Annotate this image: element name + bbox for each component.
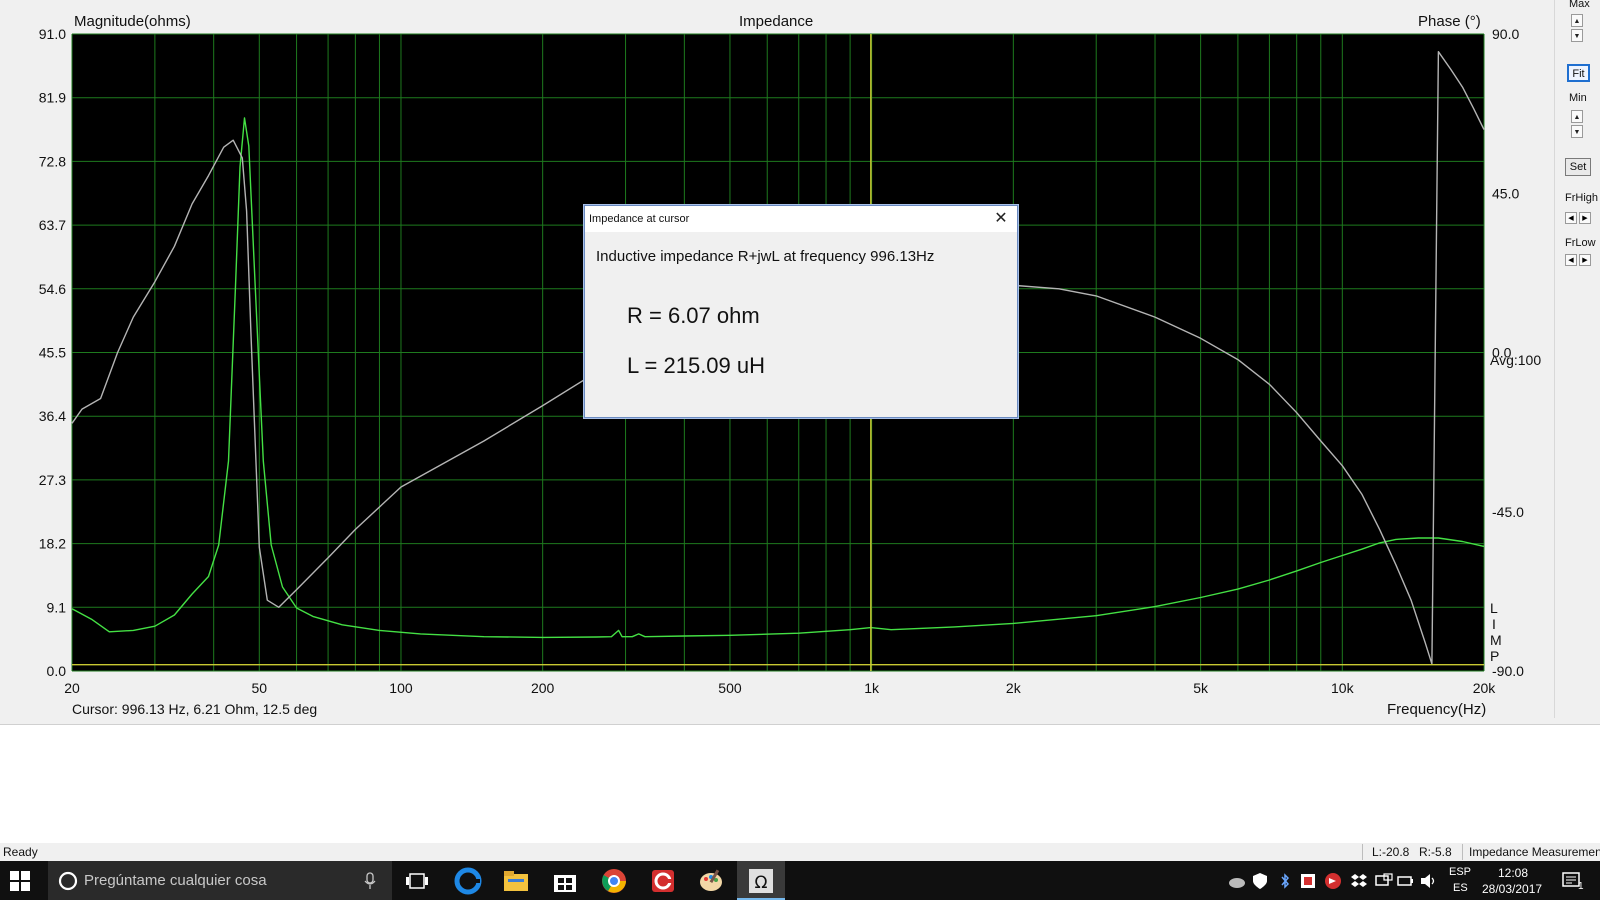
paint-icon[interactable] [697,867,725,895]
status-bar: Ready L:-20.8 R:-5.8 Impedance Measureme… [0,843,1600,861]
set-button[interactable]: Set [1565,158,1591,176]
trace-letter-p[interactable]: P [1490,648,1499,664]
search-box[interactable]: Pregúntame cualquier cosa [48,861,392,900]
chart-title: Impedance [739,13,814,30]
y-tick-left-label: 0.0 [47,663,67,679]
chrome-icon[interactable] [600,867,628,895]
trace-letter-m[interactable]: M [1490,632,1502,648]
store-icon[interactable] [551,867,579,895]
cortana-icon[interactable] [58,871,78,891]
bluetooth-icon[interactable] [1280,872,1290,890]
tray-app-icon[interactable] [1300,873,1316,889]
language-indicator[interactable]: ESP [1449,866,1471,878]
frlow-label: FrLow [1565,237,1596,249]
max-label: Max [1569,0,1590,10]
min-label: Min [1569,92,1587,104]
clock-date[interactable]: 28/03/2017 [1482,882,1542,896]
edge-icon[interactable] [454,867,482,895]
cursor-readout: Cursor: 996.13 Hz, 6.21 Ohm, 12.5 deg [72,701,318,717]
y-tick-right-label: 90.0 [1492,26,1519,42]
task-view-icon[interactable] [406,871,428,891]
tray-arrow-icon[interactable] [1324,872,1342,890]
clock-time[interactable]: 12:08 [1498,866,1528,880]
x-tick-label: 5k [1193,680,1209,696]
avg-label: Avg:100 [1490,352,1542,368]
y-tick-left-label: 45.5 [39,345,66,361]
dialog-message: Inductive impedance R+jwL at frequency 9… [596,248,935,265]
microphone-icon[interactable] [364,872,376,890]
max-down-button[interactable]: ▼ [1571,29,1583,42]
onedrive-icon[interactable] [1228,873,1246,889]
frlow-left-button[interactable]: ◀ [1565,254,1577,266]
y-tick-right-label: -90.0 [1492,663,1524,679]
scale-side-panel: Max ▲ ▼ Fit Min ▲ ▼ Set FrHigh ◀ ▶ FrLow… [1554,0,1600,718]
power-icon[interactable] [1397,873,1415,889]
left-axis-title: Magnitude(ohms) [74,13,191,30]
max-up-button[interactable]: ▲ [1571,14,1583,27]
y-tick-left-label: 18.2 [39,536,66,552]
keyboard-layout[interactable]: ES [1453,882,1468,894]
resistance-value: R = 6.07 ohm [627,303,760,328]
inductance-value: L = 215.09 uH [627,353,766,378]
svg-text:Ω: Ω [755,873,768,893]
x-tick-label: 200 [531,680,555,696]
right-axis-title: Phase (°) [1418,13,1481,30]
trace-letter-l[interactable]: L [1490,600,1498,616]
volume-icon[interactable] [1420,873,1438,889]
dialog-title: Impedance at cursor [589,213,690,225]
x-tick-label: 500 [718,680,742,696]
frhigh-left-button[interactable]: ◀ [1565,212,1577,224]
log-area [0,724,1600,846]
fit-button[interactable]: Fit [1567,64,1590,82]
status-separator [1462,844,1463,860]
x-tick-label: 50 [252,680,268,696]
min-up-button[interactable]: ▲ [1571,110,1583,123]
file-explorer-icon[interactable] [502,867,530,895]
search-placeholder: Pregúntame cualquier cosa [84,872,267,889]
defender-icon[interactable] [1252,872,1268,890]
dropbox-icon[interactable] [1350,872,1368,890]
y-tick-right-label: -45.0 [1492,504,1524,520]
status-separator [1362,844,1363,860]
frhigh-label: FrHigh [1565,192,1599,204]
frhigh-right-button[interactable]: ▶ [1579,212,1591,224]
close-icon[interactable]: ✕ [989,209,1013,229]
trace-letter-i[interactable]: I [1492,616,1496,632]
x-tick-label: 2k [1006,680,1022,696]
network-icon[interactable] [1375,873,1393,889]
x-axis-title: Frequency(Hz) [1387,701,1487,718]
x-tick-label: 20k [1473,680,1497,696]
status-right-level: R:-5.8 [1419,845,1452,859]
ccleaner-icon[interactable] [649,867,677,895]
frlow-right-button[interactable]: ▶ [1579,254,1591,266]
y-tick-left-label: 27.3 [39,472,66,488]
status-left-level: L:-20.8 [1372,845,1410,859]
windows-start-icon[interactable] [10,871,30,891]
min-down-button[interactable]: ▼ [1571,125,1583,138]
y-tick-left-label: 36.4 [39,408,66,424]
y-tick-left-label: 54.6 [39,281,66,297]
dialog-titlebar[interactable]: Impedance at cursor ✕ [585,206,1017,232]
x-tick-label: 20 [64,680,80,696]
status-ready: Ready [3,845,38,859]
y-tick-left-label: 63.7 [39,217,66,233]
notification-count: 1 [1578,881,1584,892]
y-tick-left-label: 81.9 [39,90,66,106]
status-mode: Impedance Measuremen [1469,845,1600,859]
y-tick-left-label: 91.0 [39,26,66,42]
x-tick-label: 1k [864,680,880,696]
x-tick-label: 100 [389,680,413,696]
impedance-app-icon[interactable]: Ω [747,867,775,895]
y-tick-left-label: 9.1 [47,599,67,615]
y-tick-left-label: 72.8 [39,153,66,169]
y-tick-right-label: 45.0 [1492,185,1519,201]
x-tick-label: 10k [1331,680,1355,696]
impedance-at-cursor-dialog[interactable]: Impedance at cursor ✕ Inductive impedanc… [584,205,1018,418]
